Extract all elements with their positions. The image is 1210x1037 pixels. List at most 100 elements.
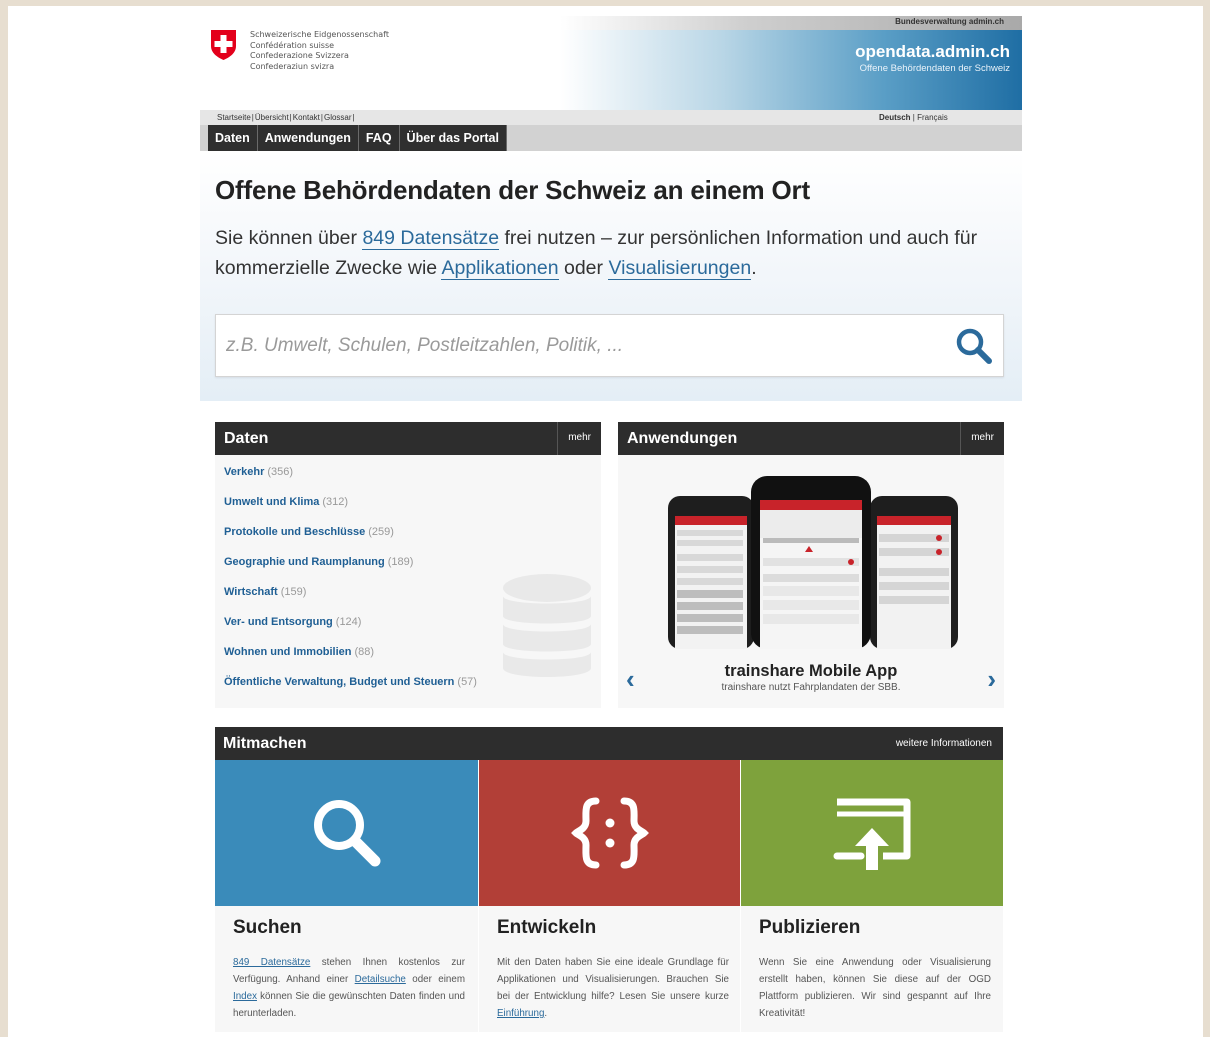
intro-text: Sie können über [215, 227, 363, 249]
suchen-text: 849 Datensätze stehen Ihnen kostenlos zu… [233, 954, 465, 1022]
daten-panel-header: Daten mehr [215, 422, 601, 455]
list-item: Geographie und Raumplanung (189) [224, 556, 477, 586]
app-screenshot-phones[interactable] [663, 474, 963, 649]
language-switcher: Deutsch | Français [879, 113, 948, 122]
site-header: Schweizerische Eidgenossenschaft Confédé… [200, 16, 1022, 110]
mitmachen-section: Mitmachen weitere Informationen Suchen 8… [215, 727, 1003, 1032]
daten-panel-title: Daten [224, 430, 269, 447]
list-item: Wirtschaft (159) [224, 586, 477, 616]
meta-link-kontakt[interactable]: Kontakt [292, 113, 321, 122]
list-item: Wohnen und Immobilien (88) [224, 646, 477, 676]
weitere-informationen-link[interactable]: weitere Informationen [896, 738, 992, 749]
category-count: (189) [387, 556, 414, 568]
confederation-line: Confédération suisse [250, 40, 335, 50]
meta-link-glossar[interactable]: Glossar [323, 113, 353, 122]
category-count: (159) [280, 586, 307, 598]
anwendungen-panel-title: Anwendungen [627, 430, 738, 447]
index-link[interactable]: Index [233, 991, 257, 1002]
publizieren-title: Publizieren [759, 917, 861, 938]
app-title[interactable]: trainshare Mobile App [618, 662, 1004, 681]
category-link[interactable]: Verkehr [224, 466, 264, 478]
nav-tab-daten[interactable]: Daten [208, 125, 258, 151]
header-banner: Bundesverwaltung admin.ch opendata.admin… [560, 16, 1022, 110]
category-link[interactable]: Ver- und Entsorgung [224, 616, 333, 628]
site-name[interactable]: opendata.admin.ch [855, 42, 1010, 62]
meta-link-uebersicht[interactable]: Übersicht [254, 113, 290, 122]
search-box [215, 314, 1004, 377]
database-icon [503, 574, 591, 677]
category-link[interactable]: Wohnen und Immobilien [224, 646, 352, 658]
category-link[interactable]: Öffentliche Verwaltung, Budget und Steue… [224, 676, 454, 688]
hero-section: Offene Behördendaten der Schweiz an eine… [200, 151, 1022, 401]
datasets-link[interactable]: 849 Datensätze [362, 227, 500, 250]
applications-link[interactable]: Applikationen [441, 257, 559, 280]
category-count: (259) [368, 526, 394, 538]
list-item: Umwelt und Klima (312) [224, 496, 477, 526]
category-link[interactable]: Protokolle und Beschlüsse [224, 526, 365, 538]
confederation-name: Schweizerische Eidgenossenschaft Confédé… [250, 30, 389, 72]
entwickeln-title: Entwickeln [497, 917, 597, 938]
suchen-text-part: können Sie die gewünschten Daten finden … [233, 991, 465, 1019]
admin-bar: Bundesverwaltung admin.ch [560, 16, 1022, 30]
list-item: Ver- und Entsorgung (124) [224, 616, 477, 646]
app-description: trainshare nutzt Fahrplandaten der SBB. [721, 682, 901, 693]
entwickeln-text-part: . [544, 1008, 548, 1019]
category-link[interactable]: Geographie und Raumplanung [224, 556, 385, 568]
search-icon [313, 800, 380, 867]
category-count: (356) [267, 466, 294, 478]
nav-tab-ueber-das-portal[interactable]: Über das Portal [399, 125, 507, 151]
main-navigation: Daten Anwendungen FAQ Über das Portal [200, 125, 1022, 151]
confederation-line: Confederaziun svizra [250, 61, 335, 71]
admin-link[interactable]: Bundesverwaltung admin.ch [895, 17, 1004, 26]
language-deutsch[interactable]: Deutsch [879, 113, 911, 122]
nav-tab-faq[interactable]: FAQ [358, 125, 400, 151]
intro-text: . [751, 257, 757, 279]
page-title: Offene Behördendaten der Schweiz an eine… [215, 175, 810, 205]
list-item: Öffentliche Verwaltung, Budget und Steue… [224, 676, 477, 706]
anwendungen-panel-header: Anwendungen mehr [618, 422, 1004, 455]
category-link[interactable]: Umwelt und Klima [224, 496, 319, 508]
suchen-title: Suchen [233, 917, 302, 938]
entwickeln-column: Entwickeln Mit den Daten haben Sie eine … [479, 906, 740, 1032]
publish-upload-icon [833, 798, 911, 870]
detailsuche-link[interactable]: Detailsuche [355, 974, 406, 985]
swiss-coat-of-arms-icon[interactable] [210, 29, 237, 61]
category-link[interactable]: Wirtschaft [224, 586, 278, 598]
list-item: Protokolle und Beschlüsse (259) [224, 526, 477, 556]
category-count: (57) [457, 676, 477, 688]
publizieren-column: Publizieren Wenn Sie eine Anwendung oder… [741, 906, 1003, 1032]
confederation-line: Schweizerische Eidgenossenschaft [250, 30, 389, 39]
category-count: (88) [354, 646, 375, 658]
publizieren-tile[interactable] [741, 760, 1003, 906]
publizieren-text: Wenn Sie eine Anwendung oder Visualisier… [759, 957, 991, 1019]
intro-text: oder [558, 257, 609, 279]
einfuehrung-link[interactable]: Einführung [497, 1008, 544, 1019]
entwickeln-text-part: Mit den Daten haben Sie eine ideale Grun… [497, 957, 729, 1002]
mitmachen-title: Mitmachen [223, 735, 307, 752]
category-count: (312) [322, 496, 349, 508]
code-braces-icon [570, 797, 649, 869]
language-francais[interactable]: Français [917, 113, 948, 122]
nav-tab-anwendungen[interactable]: Anwendungen [257, 125, 359, 151]
datasets-link[interactable]: 849 Datensätze [233, 957, 310, 968]
list-item: Verkehr (356) [224, 466, 477, 496]
category-count: (124) [335, 616, 362, 628]
search-input[interactable] [226, 331, 926, 361]
suchen-tile[interactable] [215, 760, 478, 906]
entwickeln-tile[interactable] [479, 760, 740, 906]
entwickeln-text: Mit den Daten haben Sie eine ideale Grun… [497, 954, 729, 1022]
anwendungen-more-link[interactable]: mehr [960, 422, 1004, 455]
site-subtitle: Offene Behördendaten der Schweiz [859, 63, 1010, 74]
confederation-line: Confederazione Svizzera [250, 51, 349, 60]
meta-link-startseite[interactable]: Startseite [216, 113, 252, 122]
daten-panel: Daten mehr Verkehr (356) Umwelt und Klima… [215, 422, 601, 708]
anwendungen-panel: Anwendungen mehr ‹ › trainshare Mobile A… [618, 422, 1004, 708]
daten-category-list: Verkehr (356) Umwelt und Klima (312) Proto… [224, 466, 477, 706]
daten-more-link[interactable]: mehr [557, 422, 601, 455]
visualizations-link[interactable]: Visualisierungen [608, 257, 752, 280]
suchen-text-part: oder einem [405, 974, 465, 985]
suchen-column: Suchen 849 Datensätze stehen Ihnen koste… [215, 906, 478, 1032]
mitmachen-header: Mitmachen weitere Informationen [215, 727, 1003, 760]
hero-intro: Sie können über 849 Datensätze frei nutz… [215, 223, 1005, 283]
search-icon[interactable] [955, 327, 993, 365]
